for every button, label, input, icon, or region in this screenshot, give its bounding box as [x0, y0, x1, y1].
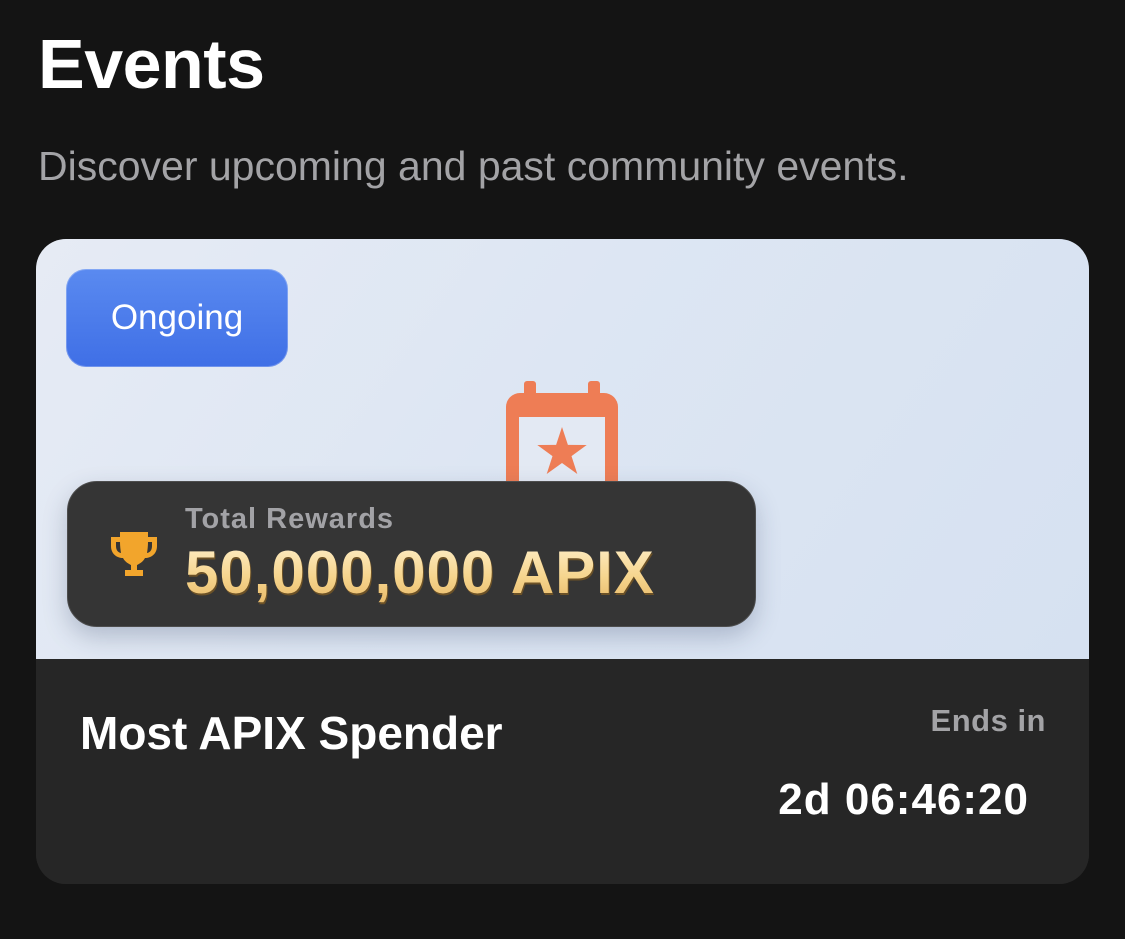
event-info: Most APIX Spender Ends in 2d 06:46:20	[36, 659, 1089, 884]
event-name: Most APIX Spender	[80, 707, 503, 759]
page-subtitle: Discover upcoming and past community eve…	[38, 143, 909, 189]
ends-in-label: Ends in	[930, 703, 1046, 738]
trophy-icon	[111, 532, 157, 576]
rewards-amount: 50,000,000 APIX	[185, 539, 655, 606]
total-rewards-panel: Total Rewards 50,000,000 APIX	[67, 481, 756, 627]
countdown-timer: 2d 06:46:20	[778, 775, 1029, 824]
status-badge: Ongoing	[66, 269, 288, 367]
event-banner: Ongoing Total Rewards 50,000,000 APIX	[36, 239, 1089, 659]
page-title: Events	[38, 25, 265, 103]
event-card[interactable]: Ongoing Total Rewards 50,000,000 APIX Mo…	[36, 239, 1089, 884]
rewards-label: Total Rewards	[185, 503, 395, 535]
